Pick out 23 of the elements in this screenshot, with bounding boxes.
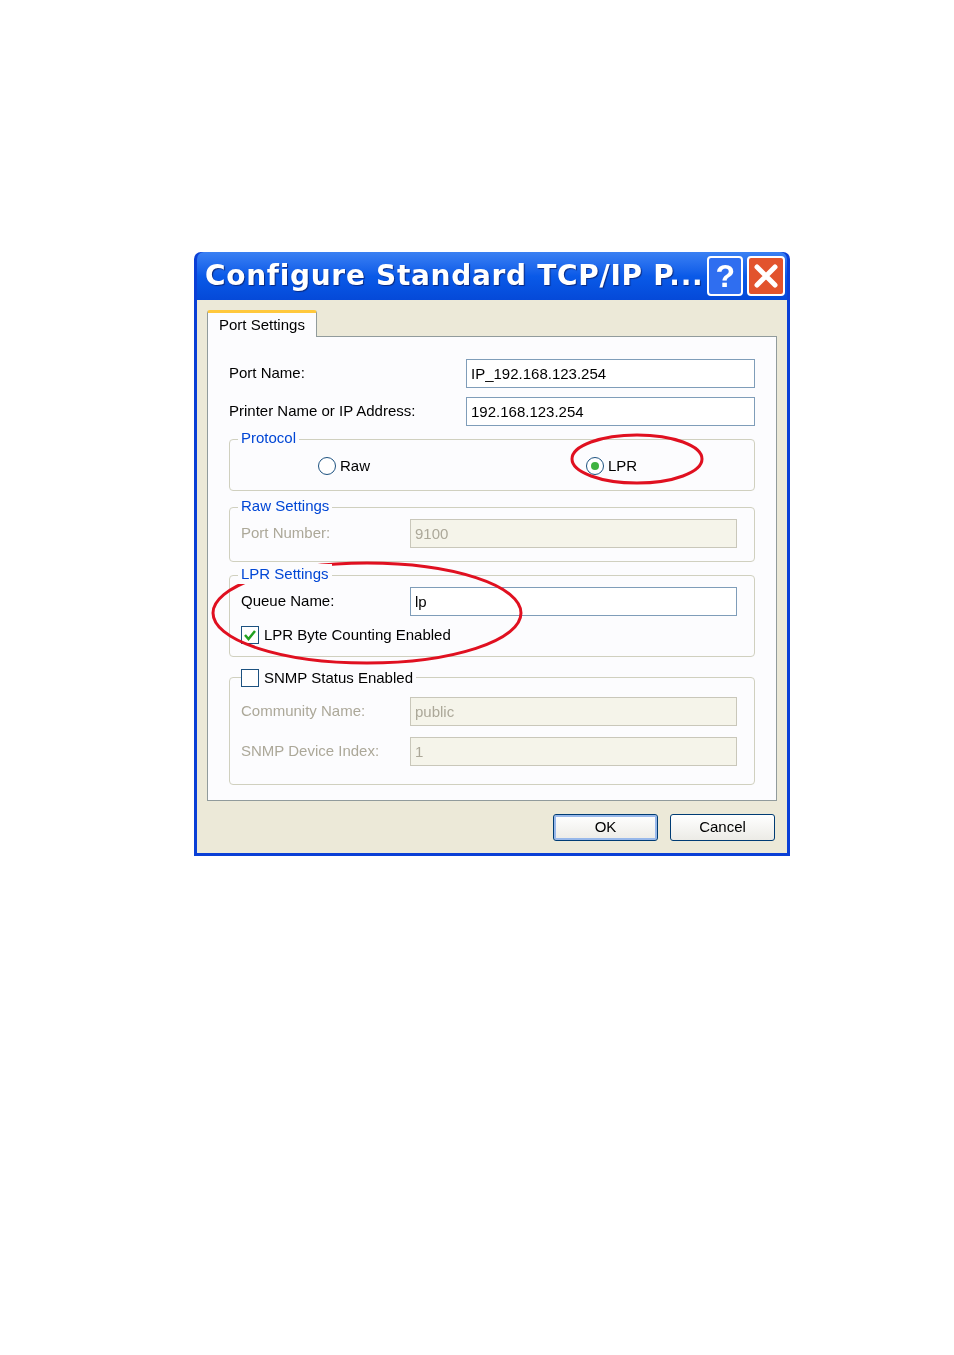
close-button[interactable] — [747, 256, 785, 296]
radio-label[interactable]: LPR — [608, 454, 638, 478]
checkbox[interactable] — [241, 626, 259, 645]
field-label: Printer Name or IP Address: — [229, 401, 417, 422]
radio-button[interactable] — [318, 457, 336, 475]
checkbox[interactable] — [241, 669, 259, 688]
field-label: Queue Name: — [241, 591, 336, 612]
tab[interactable]: Port Settings — [207, 310, 317, 337]
field-label: Port Number: — [241, 523, 332, 544]
input-field[interactable]: IP_192.168.123.254 — [466, 359, 755, 388]
input-field[interactable]: lp — [410, 587, 737, 616]
dialog-button[interactable]: OK — [553, 814, 658, 841]
window-title: Configure Standard TCP/IP P... — [205, 258, 704, 294]
help-button[interactable]: ? — [707, 256, 744, 296]
radio-label[interactable]: Raw — [340, 454, 370, 478]
group-title: LPR Settings — [238, 564, 332, 584]
field-label: Port Name: — [229, 363, 306, 384]
dialog-button[interactable]: Cancel — [670, 814, 775, 841]
close-icon — [753, 263, 780, 289]
input-field[interactable]: 192.168.123.254 — [466, 397, 755, 426]
field-label: SNMP Device Index: — [241, 741, 381, 762]
radio-button[interactable] — [586, 457, 604, 475]
field-label: Community Name: — [241, 701, 367, 722]
